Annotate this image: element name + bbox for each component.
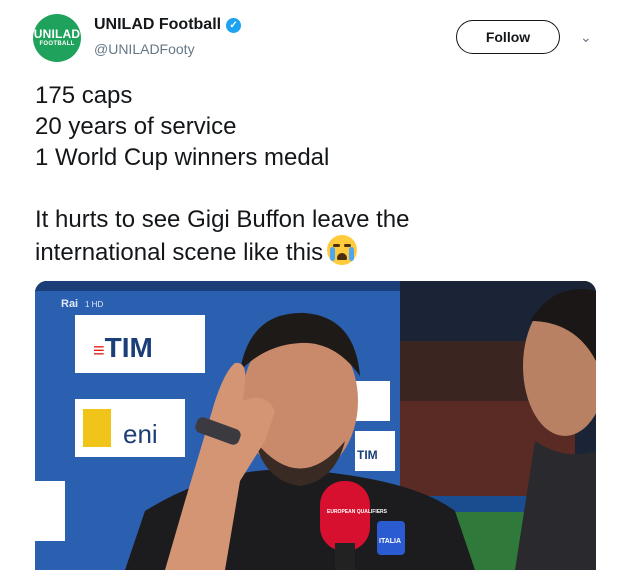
tweet-photo[interactable]: ≡TIM eni TIM Rai 1 HD EUROPEAN QUALIFIER… [35, 281, 596, 570]
chevron-down-icon[interactable]: ⌄ [580, 29, 592, 46]
sponsor-eni: eni [123, 419, 158, 449]
shirt-label: ITALIA [379, 538, 401, 545]
avatar-text-football: FOOTBALL [39, 41, 75, 47]
tweet-line: 20 years of service [35, 113, 237, 140]
tweet-line: 175 caps [35, 82, 133, 109]
tweet-line: 1 World Cup winners medal [35, 144, 330, 171]
follow-button[interactable]: Follow [456, 20, 560, 54]
verified-badge-icon: ✓ [226, 17, 242, 33]
avatar-text-unilad: UNILAD [33, 27, 81, 41]
account-avatar[interactable]: UNILAD FOOTBALL [33, 14, 81, 62]
sponsor-tim: TIM [105, 332, 153, 363]
broadcaster-logo: Rai [61, 298, 78, 310]
account-handle[interactable]: @UNILADFooty [94, 41, 195, 57]
svg-text:TIM: TIM [357, 448, 378, 462]
tweet-text: 175 caps 20 years of service 1 World Cup… [35, 80, 595, 268]
account-name-text: UNILAD Football [94, 16, 222, 33]
tweet-line-last: international scene like this [35, 235, 595, 268]
tweet-line: international scene like this [35, 239, 324, 266]
mic-label: EUROPEAN QUALIFIERS [327, 509, 388, 515]
tweet-line: It hurts to see Gigi Buffon leave the [35, 206, 410, 233]
photo-scene: ≡TIM eni TIM Rai 1 HD EUROPEAN QUALIFIER… [35, 281, 596, 570]
crying-face-emoji-icon [327, 235, 358, 265]
broadcaster-channel: 1 HD [85, 300, 103, 309]
account-name[interactable]: UNILAD Football ✓ [94, 16, 242, 34]
